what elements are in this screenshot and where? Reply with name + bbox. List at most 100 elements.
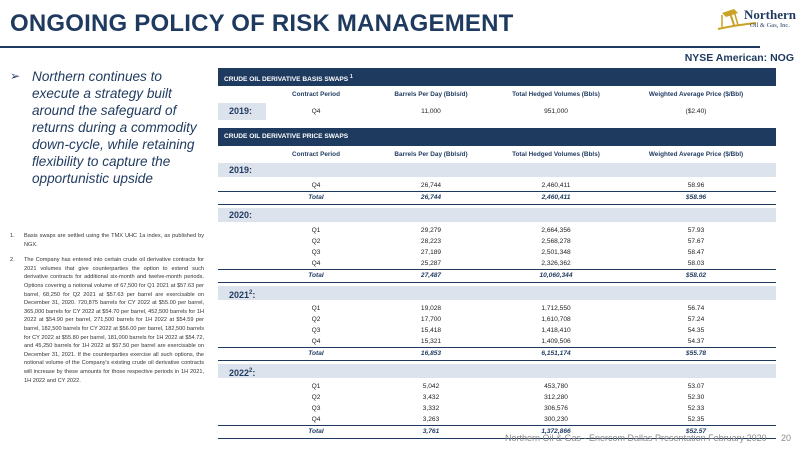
table-row: Q4 25,287 2,326,362 58.03 [218, 258, 776, 269]
page-title: ONGOING POLICY OF RISK MANAGEMENT [10, 10, 514, 37]
table-cell: 57.67 [687, 238, 705, 245]
table-row: Q1 19,028 1,712,550 56.74 [218, 303, 776, 314]
table-cell: 951,000 [544, 108, 568, 115]
table-cell: 3,263 [422, 416, 440, 423]
table-cell: 1,418,410 [541, 327, 571, 334]
arrow-bullet-icon: ➢ [10, 69, 21, 83]
table-cell: 300,230 [544, 416, 568, 423]
title-underline [0, 46, 760, 48]
table-row: Q3 27,189 2,501,348 58.47 [218, 247, 776, 258]
table-cell: Q2 [311, 238, 321, 245]
total-row: Total 27,487 10,060,344 $58.02 [218, 269, 776, 283]
table-cell: 27,189 [420, 249, 442, 256]
table-cell: Q3 [311, 249, 321, 256]
footnotes: 1. Basis swaps are settled using the TMX… [10, 232, 204, 392]
table-row: 2019: Q4 11,000 951,000 ($2.40) [218, 103, 776, 120]
table-cell: 16,853 [420, 350, 442, 357]
table-cell: 2,460,411 [541, 194, 571, 201]
table-cell: Total [308, 428, 324, 435]
table-cell: 54.35 [687, 327, 705, 334]
table-cell: Q3 [311, 405, 321, 412]
table-cell: ($2.40) [685, 108, 707, 115]
table-cell: 52.33 [687, 405, 705, 412]
table-row: Q2 28,223 2,568,278 57.67 [218, 236, 776, 247]
table-cell: 15,418 [420, 327, 442, 334]
table-cell: 29,279 [420, 227, 442, 234]
footnote-text: The Company has entered into certain cru… [24, 257, 204, 384]
exchange-ticker: NYSE American: NOG [684, 52, 794, 64]
company-logo: Northern Oil & Gas, Inc. [744, 8, 796, 29]
price-swaps-title: CRUDE OIL DERIVATIVE PRICE SWAPS [224, 133, 349, 140]
table-cell: 52.35 [687, 416, 705, 423]
total-row: Total 26,744 2,460,411 $58.96 [218, 191, 776, 205]
table-cell: 1,409,506 [541, 338, 571, 345]
table-cell: 26,744 [420, 194, 442, 201]
table-cell: Total [308, 272, 324, 279]
year-label: 2019: [218, 103, 266, 120]
table-cell: 453,780 [544, 383, 568, 390]
year-text: 2019: [229, 165, 253, 175]
table-cell: 306,576 [544, 405, 568, 412]
table-cell: 2,460,411 [541, 182, 571, 189]
footnote-number: 1. [10, 233, 15, 239]
column-header: Weighted Average Price ($/Bbl) [648, 91, 744, 98]
table-row: Q4 15,321 1,409,506 54.37 [218, 336, 776, 347]
page-number: 20 [781, 433, 792, 443]
table-cell: 27,487 [420, 272, 442, 279]
footnote-ref: 1 [350, 74, 353, 80]
table-row: Q1 5,042 453,780 53.07 [218, 381, 776, 392]
derivatives-tables: CRUDE OIL DERIVATIVE BASIS SWAPS 1 Contr… [218, 68, 776, 442]
table-cell: Q2 [311, 316, 321, 323]
table-cell: 1,712,550 [541, 305, 571, 312]
price-swaps-header: CRUDE OIL DERIVATIVE PRICE SWAPS [218, 128, 776, 146]
table-cell: 312,280 [544, 394, 568, 401]
table-cell: 17,700 [420, 316, 442, 323]
table-cell: $58.02 [685, 272, 707, 279]
footnote-number: 2. [10, 257, 15, 264]
footnote-text: Basis swaps are settled using the TMX UH… [24, 233, 204, 248]
footnote: 2. The Company has entered into certain … [10, 256, 204, 385]
column-header: Barrels Per Day (Bbls/d) [394, 91, 468, 98]
table-cell: Q4 [311, 260, 321, 267]
table-cell: 2,568,278 [541, 238, 571, 245]
total-row: Total 16,853 6,151,174 $55.78 [218, 347, 776, 361]
table-cell: 57.93 [687, 227, 705, 234]
strategy-bullet: ➢ Northern continues to execute a strate… [10, 68, 200, 187]
table-cell: Total [308, 350, 324, 357]
table-cell: Q1 [311, 227, 321, 234]
table-cell: 58.03 [687, 260, 705, 267]
footer-text: Northern Oil & Gas - Enercom Dallas Pres… [505, 433, 767, 443]
table-row: Q4 3,263 300,230 52.35 [218, 414, 776, 425]
column-header: Weighted Average Price ($/Bbl) [648, 151, 744, 158]
table-cell: 15,321 [420, 338, 442, 345]
column-header: Total Hedged Volumes (Bbls) [512, 91, 600, 98]
table-cell: $55.78 [685, 350, 707, 357]
column-header: Barrels Per Day (Bbls/d) [394, 151, 468, 158]
table-row: Q1 29,279 2,664,356 57.93 [218, 225, 776, 236]
year-text: 2021 [229, 290, 250, 300]
table-cell: Q4 [311, 338, 321, 345]
table-cell: Q1 [311, 383, 321, 390]
year-text: 2022 [229, 368, 250, 378]
table-cell: 3,432 [422, 394, 440, 401]
price-swaps-body: 2019: Q4 26,744 2,460,411 58.96 Total 26,744 2,… [218, 163, 776, 442]
year-label: 2019: [218, 163, 776, 177]
table-cell: $58.96 [685, 194, 707, 201]
table-cell: 54.37 [687, 338, 705, 345]
table-row: Q3 15,418 1,418,410 54.35 [218, 325, 776, 336]
table-cell: 25,287 [420, 260, 442, 267]
year-label: 20222: [218, 364, 776, 378]
table-cell: 3,761 [422, 428, 440, 435]
table-cell: 2,326,362 [541, 260, 571, 267]
price-column-headers: Contract Period Barrels Per Day (Bbls/d)… [218, 146, 776, 163]
table-cell: 58.47 [687, 249, 705, 256]
year-label: 2020: [218, 208, 776, 222]
table-cell: 10,060,344 [539, 272, 573, 279]
table-cell: 58.96 [687, 182, 705, 189]
table-cell: 2,664,356 [541, 227, 571, 234]
table-cell: 3,332 [422, 405, 440, 412]
year-colon: : [252, 290, 256, 300]
table-cell: Q4 [311, 182, 321, 189]
table-cell: 6,151,174 [541, 350, 571, 357]
year-text: 2020: [229, 210, 253, 220]
